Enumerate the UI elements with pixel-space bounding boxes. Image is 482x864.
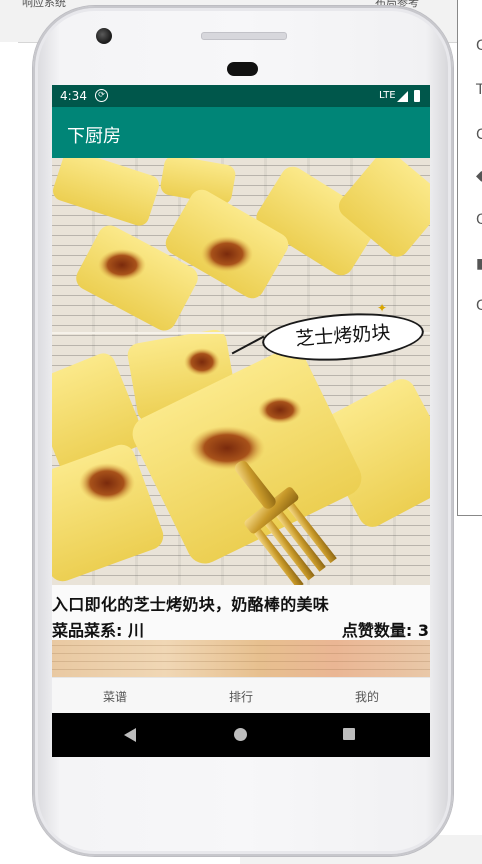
nav-tab-ranking[interactable]: 排行 (178, 688, 304, 705)
recipe-cuisine: 菜品菜系: 川 (52, 621, 144, 640)
proximity-sensor (227, 62, 258, 76)
ide-left-margin (0, 42, 18, 864)
ide-palette-glyph[interactable]: G (476, 38, 482, 54)
sync-circle-icon: ⟳ (95, 89, 108, 102)
bottom-navigation: 菜谱 排行 我的 (52, 677, 430, 714)
system-navigation-bar (52, 713, 430, 757)
back-triangle-icon[interactable] (124, 728, 136, 742)
recipe-title[interactable]: 入口即化的芝士烤奶块，奶酪棒的美味 (52, 591, 430, 615)
nav-tab-recipes[interactable]: 菜谱 (52, 688, 178, 705)
signal-icon (397, 91, 408, 102)
ide-palette-glyph[interactable]: ▮ (476, 256, 482, 272)
status-network: LTE (379, 90, 396, 101)
sparkle-icon: ✦ (377, 301, 388, 315)
ide-palette-glyph[interactable]: Q (476, 212, 482, 228)
app-title: 下厨房 (67, 126, 121, 147)
recipe-image[interactable]: 芝士烤奶块 ✦ (52, 158, 430, 585)
nav-tab-profile[interactable]: 我的 (304, 688, 430, 705)
app-bar: 下厨房 (52, 107, 430, 158)
battery-icon (414, 90, 420, 102)
ide-palette-glyph[interactable]: ◆ (476, 168, 482, 184)
ide-toolbar-text-left: 响应系统 (22, 0, 66, 9)
cheese-bars-illustration (52, 158, 430, 585)
next-recipe-preview[interactable] (52, 640, 430, 677)
earpiece-speaker (201, 32, 287, 40)
ide-palette-glyph[interactable]: T (476, 82, 482, 98)
ide-palette-glyph[interactable]: C (476, 127, 482, 143)
status-time: 4:34 (60, 89, 87, 103)
recipe-likes: 点赞数量: 3 (341, 621, 429, 640)
ide-palette-glyph[interactable]: G (476, 298, 482, 314)
status-bar: 4:34 ⟳ LTE (52, 85, 430, 107)
home-circle-icon[interactable] (234, 728, 247, 741)
device-screen: 4:34 ⟳ LTE 下厨房 芝士烤奶块 ✦ 入口即化的芝士烤奶块，奶酪棒的美味… (52, 85, 430, 757)
front-camera (96, 28, 112, 44)
ide-palette-panel: G T C ◆ Q ▮ G (457, 0, 482, 516)
recents-square-icon[interactable] (343, 728, 355, 740)
